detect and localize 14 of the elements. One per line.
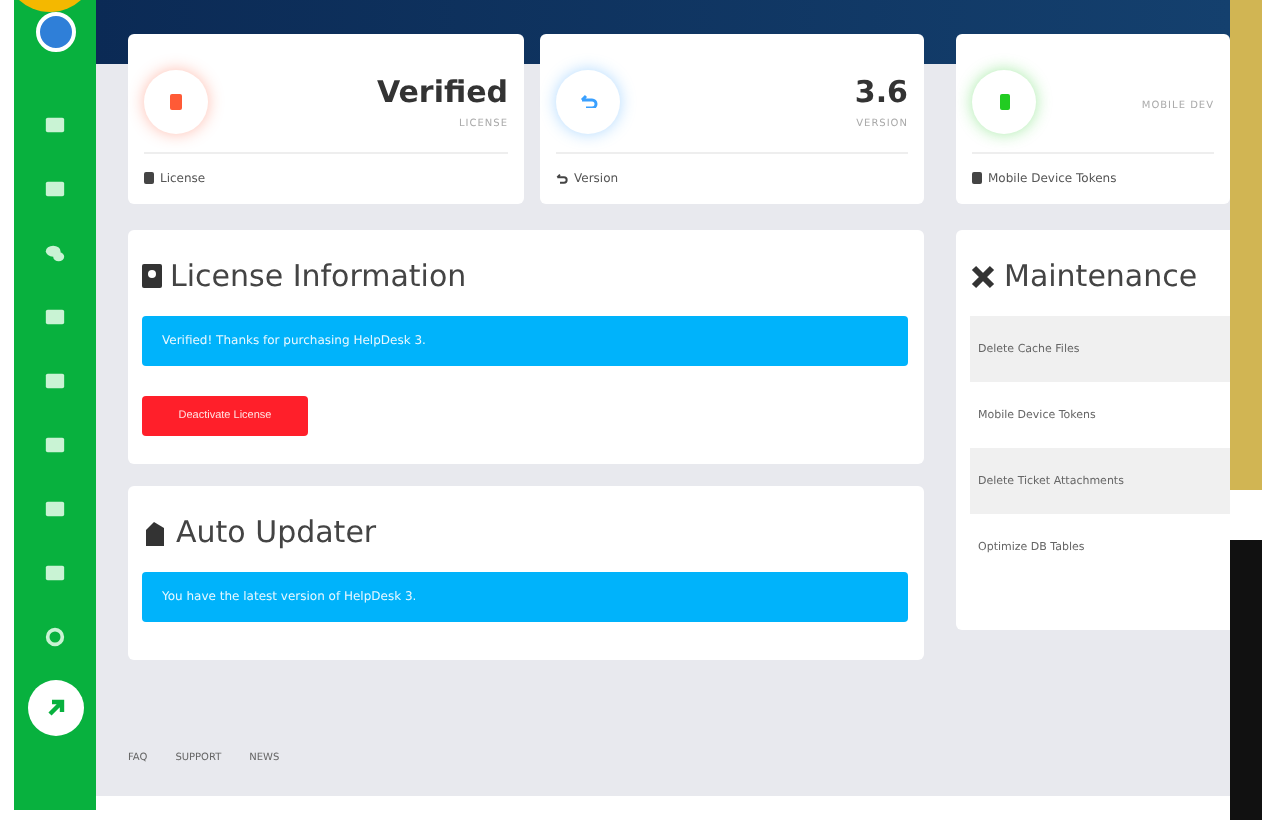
arrow-button[interactable]: [27, 680, 83, 736]
undo-icon: [579, 94, 597, 108]
panel-title: Auto Updater: [176, 514, 377, 550]
id-card-icon: [142, 264, 162, 288]
phone-icon: [972, 172, 982, 184]
panel-title: License Information: [170, 258, 467, 294]
stat-value: 3.6: [854, 73, 908, 109]
panel-title: Maintenance: [1004, 258, 1198, 294]
chat-icon: [44, 241, 66, 263]
undo-icon: [556, 172, 568, 184]
avatar-icon[interactable]: [35, 12, 75, 52]
arrow-icon: [43, 696, 67, 720]
stat-value: Verified: [376, 73, 508, 109]
phone-icon: [999, 93, 1009, 109]
